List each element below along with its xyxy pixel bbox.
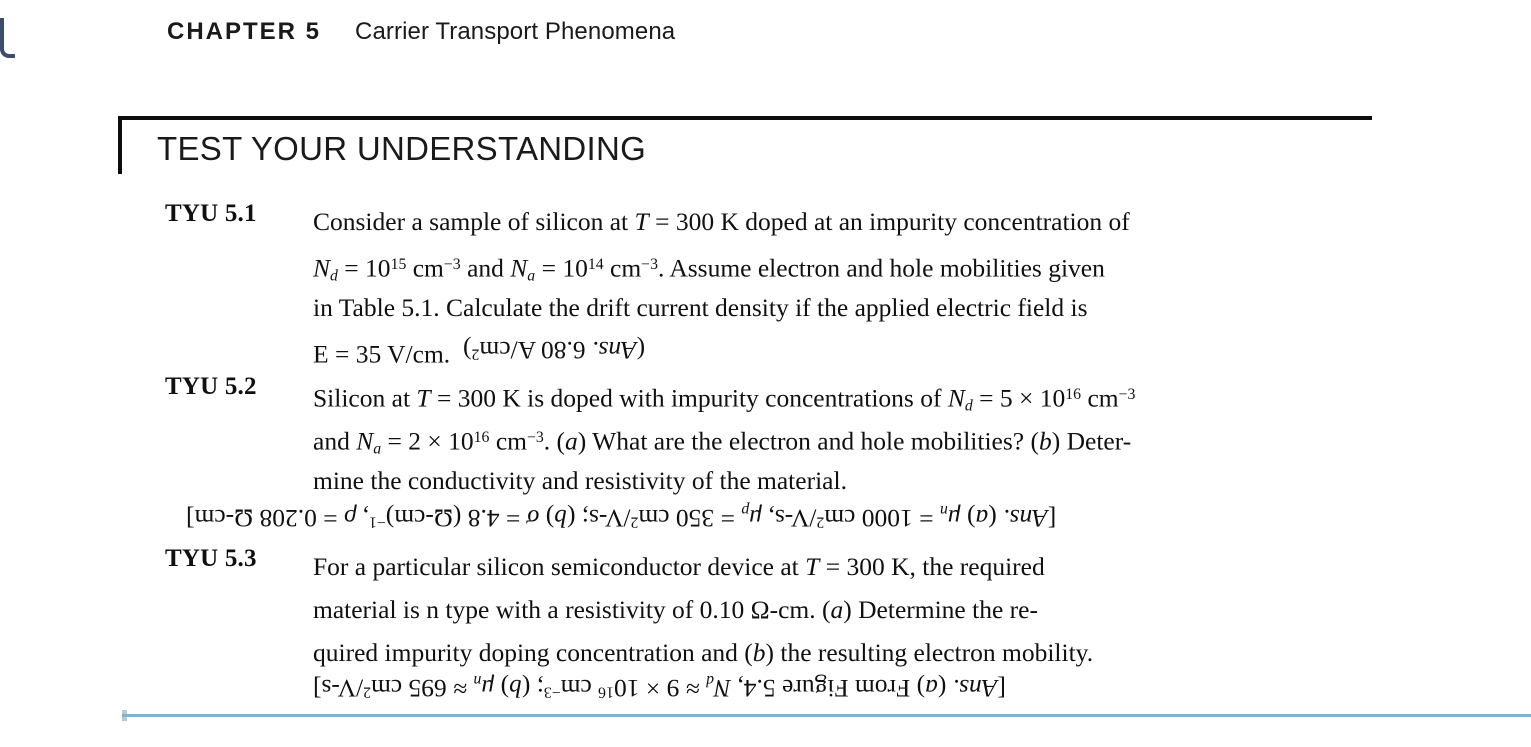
exercise-body: Consider a sample of silicon at T = 300 …	[313, 200, 1383, 372]
exercise-line: material is n type with a resistivity of…	[313, 595, 1038, 624]
section-rule-vertical	[118, 116, 122, 174]
exercise-label: TYU 5.2	[165, 373, 257, 400]
answer-row: [Ans. (a) μn = 1000 cm2/V-s, μp = 350 cm…	[186, 489, 1056, 544]
exercise-line: Consider a sample of silicon at T = 300 …	[313, 207, 1130, 236]
exercise-body: For a particular silicon semiconductor d…	[313, 545, 1383, 674]
page-edge-artifact	[0, 18, 15, 58]
page-title: TEST YOUR UNDERSTANDING	[157, 130, 647, 167]
exercise-label: TYU 5.3	[165, 545, 257, 572]
exercise-line: and Na = 2 × 1016 cm−3. (a) What are the…	[313, 426, 1132, 458]
exercise-line: Nd = 1015 cm−3 and Na = 1014 cm−3. Assum…	[313, 253, 1105, 285]
answer-text: [Ans. (a) μn = 1000 cm2/V-s, μp = 350 cm…	[186, 502, 1057, 534]
exercise-body: Silicon at T = 300 K is doped with impur…	[313, 373, 1383, 502]
chapter-title: Carrier Transport Phenomena	[355, 18, 676, 45]
answer-text: (Ans. 6.80 A/cm2)	[462, 336, 646, 365]
answer-row: [Ans. (a) From Figure 5.4, Nd ≈ 9 × 1016…	[313, 659, 1006, 714]
chapter-label: CHAPTER 5	[167, 18, 322, 45]
exercise-line: Silicon at T = 300 K is doped with impur…	[313, 383, 1136, 415]
exercise-line: in Table 5.1. Calculate the drift curren…	[313, 293, 1088, 322]
exercise-line: For a particular silicon semiconductor d…	[313, 552, 1045, 581]
answer-text: [Ans. (a) From Figure 5.4, Nd ≈ 9 × 1016…	[313, 672, 1006, 704]
bottom-rule	[122, 714, 1531, 717]
exercise-line: E = 35 V/cm. (Ans. 6.80 A/cm2)	[313, 329, 1383, 372]
section-rule-horizontal	[118, 116, 1372, 120]
exercise-label: TYU 5.1	[165, 200, 257, 227]
running-head: CHAPTER 5 Carrier Transport Phenomena	[167, 18, 675, 46]
